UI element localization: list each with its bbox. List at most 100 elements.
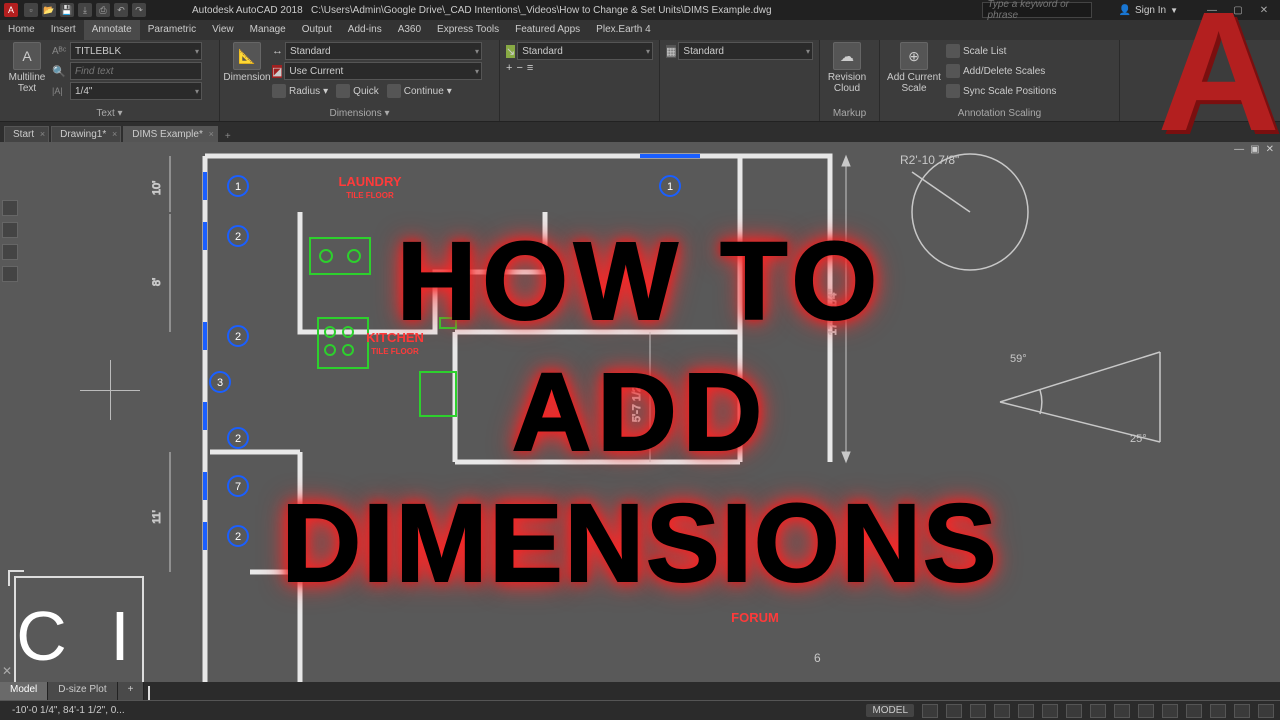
ribbon-tab-annotate[interactable]: Annotate (84, 20, 140, 40)
annotation-scale-icon[interactable] (1114, 704, 1130, 718)
revision-cloud-button[interactable]: ☁ Revision Cloud (826, 42, 868, 94)
grid-toggle-icon[interactable] (922, 704, 938, 718)
search-input[interactable]: Type a keyword or phrase (982, 2, 1092, 18)
table-style-combo[interactable]: Standard (678, 42, 813, 60)
svg-text:1: 1 (235, 181, 241, 193)
new-icon[interactable]: ▫ (24, 3, 38, 17)
close-button[interactable]: ✕ (1252, 5, 1276, 16)
minimize-button[interactable]: — (1200, 5, 1224, 16)
ribbon-tab-parametric[interactable]: Parametric (140, 20, 204, 40)
multiline-text-button[interactable]: A Multiline Text (6, 42, 48, 94)
layout-tab-d-size-plot[interactable]: D-size Plot (48, 682, 117, 700)
model-space-button[interactable]: MODEL (866, 704, 914, 717)
model-restore-icon[interactable]: ▣ (1250, 144, 1259, 155)
osnap-toggle-icon[interactable] (1018, 704, 1034, 718)
save-as-icon[interactable]: ⤓ (78, 3, 92, 17)
continue-icon (387, 84, 401, 98)
clean-screen-icon[interactable] (1234, 704, 1250, 718)
text-panel-label[interactable]: Text ▾ (6, 108, 213, 121)
hardware-accel-icon[interactable] (1210, 704, 1226, 718)
model-close-icon[interactable]: ✕ (1266, 144, 1274, 155)
dim-style-icon[interactable]: ↔ (272, 45, 283, 57)
plot-icon[interactable]: ⎙ (96, 3, 110, 17)
doc-tab[interactable]: DIMS Example*× (123, 126, 218, 142)
dim-style-combo[interactable]: Standard (285, 42, 482, 60)
find-text-input[interactable]: Find text (70, 62, 202, 80)
dim-layer-icon[interactable]: ◪ (272, 65, 282, 78)
otrack-toggle-icon[interactable] (1042, 704, 1058, 718)
ribbon-tab-manage[interactable]: Manage (242, 20, 294, 40)
close-tab-icon[interactable]: × (209, 129, 214, 139)
doc-tab[interactable]: Start× (4, 126, 49, 142)
ribbon-tab-insert[interactable]: Insert (43, 20, 84, 40)
doc-tab[interactable]: Drawing1*× (51, 126, 121, 142)
sync-scale-button[interactable]: Sync Scale Positions (946, 82, 1056, 100)
ortho-toggle-icon[interactable] (970, 704, 986, 718)
open-icon[interactable]: 📂 (42, 3, 56, 17)
redo-icon[interactable]: ↷ (132, 3, 146, 17)
ribbon-tab-add-ins[interactable]: Add-ins (340, 20, 390, 40)
transparency-toggle-icon[interactable] (1090, 704, 1106, 718)
ribbon-tab-featured-apps[interactable]: Featured Apps (507, 20, 588, 40)
add-layout-button[interactable]: + (118, 682, 145, 700)
radius-button[interactable]: Radius▾ (272, 82, 328, 100)
dim-panel-label[interactable]: Dimensions ▾ (226, 108, 493, 121)
quick-access-toolbar: ▫ 📂 💾 ⤓ ⎙ ↶ ↷ (24, 3, 146, 17)
nav-wheel-icon[interactable] (2, 222, 18, 238)
leader-style-combo[interactable]: Standard (517, 42, 653, 60)
svg-text:2: 2 (235, 231, 241, 243)
isolate-objects-icon[interactable] (1186, 704, 1202, 718)
ribbon-tab-output[interactable]: Output (294, 20, 340, 40)
text-style-combo[interactable]: TITLEBLK (70, 42, 202, 60)
maximize-button[interactable]: ▢ (1226, 5, 1250, 16)
title-bar: A ▫ 📂 💾 ⤓ ⎙ ↶ ↷ Autodesk AutoCAD 2018 C:… (0, 0, 1280, 20)
status-bar: -10'-0 1/4", 84'-1 1/2", 0... MODEL (0, 700, 1280, 720)
leader-icon[interactable]: ↘ (506, 45, 515, 58)
ci-logo: C I (14, 576, 144, 696)
snap-toggle-icon[interactable] (946, 704, 962, 718)
svg-text:17'-3 1/4": 17'-3 1/4" (827, 289, 839, 335)
remove-leader-icon[interactable]: − (516, 62, 522, 74)
search-icon: 🔍 (52, 65, 68, 78)
layout-tab-model[interactable]: Model (0, 682, 48, 700)
ribbon-tab-home[interactable]: Home (0, 20, 43, 40)
add-leader-icon[interactable]: + (506, 62, 512, 74)
nav-home-icon[interactable] (2, 200, 18, 216)
app-menu-icon[interactable]: A (4, 3, 18, 17)
dimension-button[interactable]: 📐 Dimension (226, 42, 268, 83)
model-minimize-icon[interactable]: — (1234, 144, 1244, 155)
workspace-switch-icon[interactable] (1138, 704, 1154, 718)
table-icon[interactable]: ▦ (666, 45, 676, 58)
signin-button[interactable]: 👤 Sign In ▼ (1118, 5, 1178, 16)
ribbon: A Multiline Text AᴮᶜTITLEBLK 🔍Find text … (0, 40, 1280, 122)
continue-dim-button[interactable]: Continue▾ (387, 82, 452, 100)
drawing-canvas[interactable]: — ▣ ✕ LAUNDRY (0, 142, 1280, 682)
dim-layer-combo[interactable]: Use Current (284, 62, 482, 80)
close-tab-icon[interactable]: × (112, 129, 117, 139)
svg-text:LAUNDRY: LAUNDRY (338, 174, 401, 189)
customization-icon[interactable] (1258, 704, 1274, 718)
text-height-combo[interactable]: 1/4" (70, 82, 202, 100)
ribbon-tab-express-tools[interactable]: Express Tools (429, 20, 507, 40)
add-drawing-button[interactable]: + (220, 131, 236, 142)
ribbon-tab-a360[interactable]: A360 (390, 20, 429, 40)
ribbon-tab-plex-earth-4[interactable]: Plex.Earth 4 (588, 20, 658, 40)
svg-text:10': 10' (151, 181, 163, 195)
nav-orbit-icon[interactable] (2, 266, 18, 282)
add-delete-scales-button[interactable]: Add/Delete Scales (946, 62, 1056, 80)
nav-pan-icon[interactable] (2, 244, 18, 260)
add-current-scale-button[interactable]: ⊕ Add Current Scale (886, 42, 942, 94)
ribbon-tab-view[interactable]: View (204, 20, 242, 40)
command-line-close-icon[interactable]: ✕ (2, 664, 12, 678)
save-icon[interactable]: 💾 (60, 3, 74, 17)
svg-text:2: 2 (235, 433, 241, 445)
undo-icon[interactable]: ↶ (114, 3, 128, 17)
annotation-monitor-icon[interactable] (1162, 704, 1178, 718)
align-leader-icon[interactable]: ≡ (527, 62, 533, 74)
close-tab-icon[interactable]: × (40, 129, 45, 139)
lineweight-toggle-icon[interactable] (1066, 704, 1082, 718)
layout-tabs: ModelD-size Plot+ (0, 682, 144, 700)
scale-list-button[interactable]: Scale List (946, 42, 1056, 60)
quick-dim-button[interactable]: Quick (336, 82, 379, 100)
polar-toggle-icon[interactable] (994, 704, 1010, 718)
